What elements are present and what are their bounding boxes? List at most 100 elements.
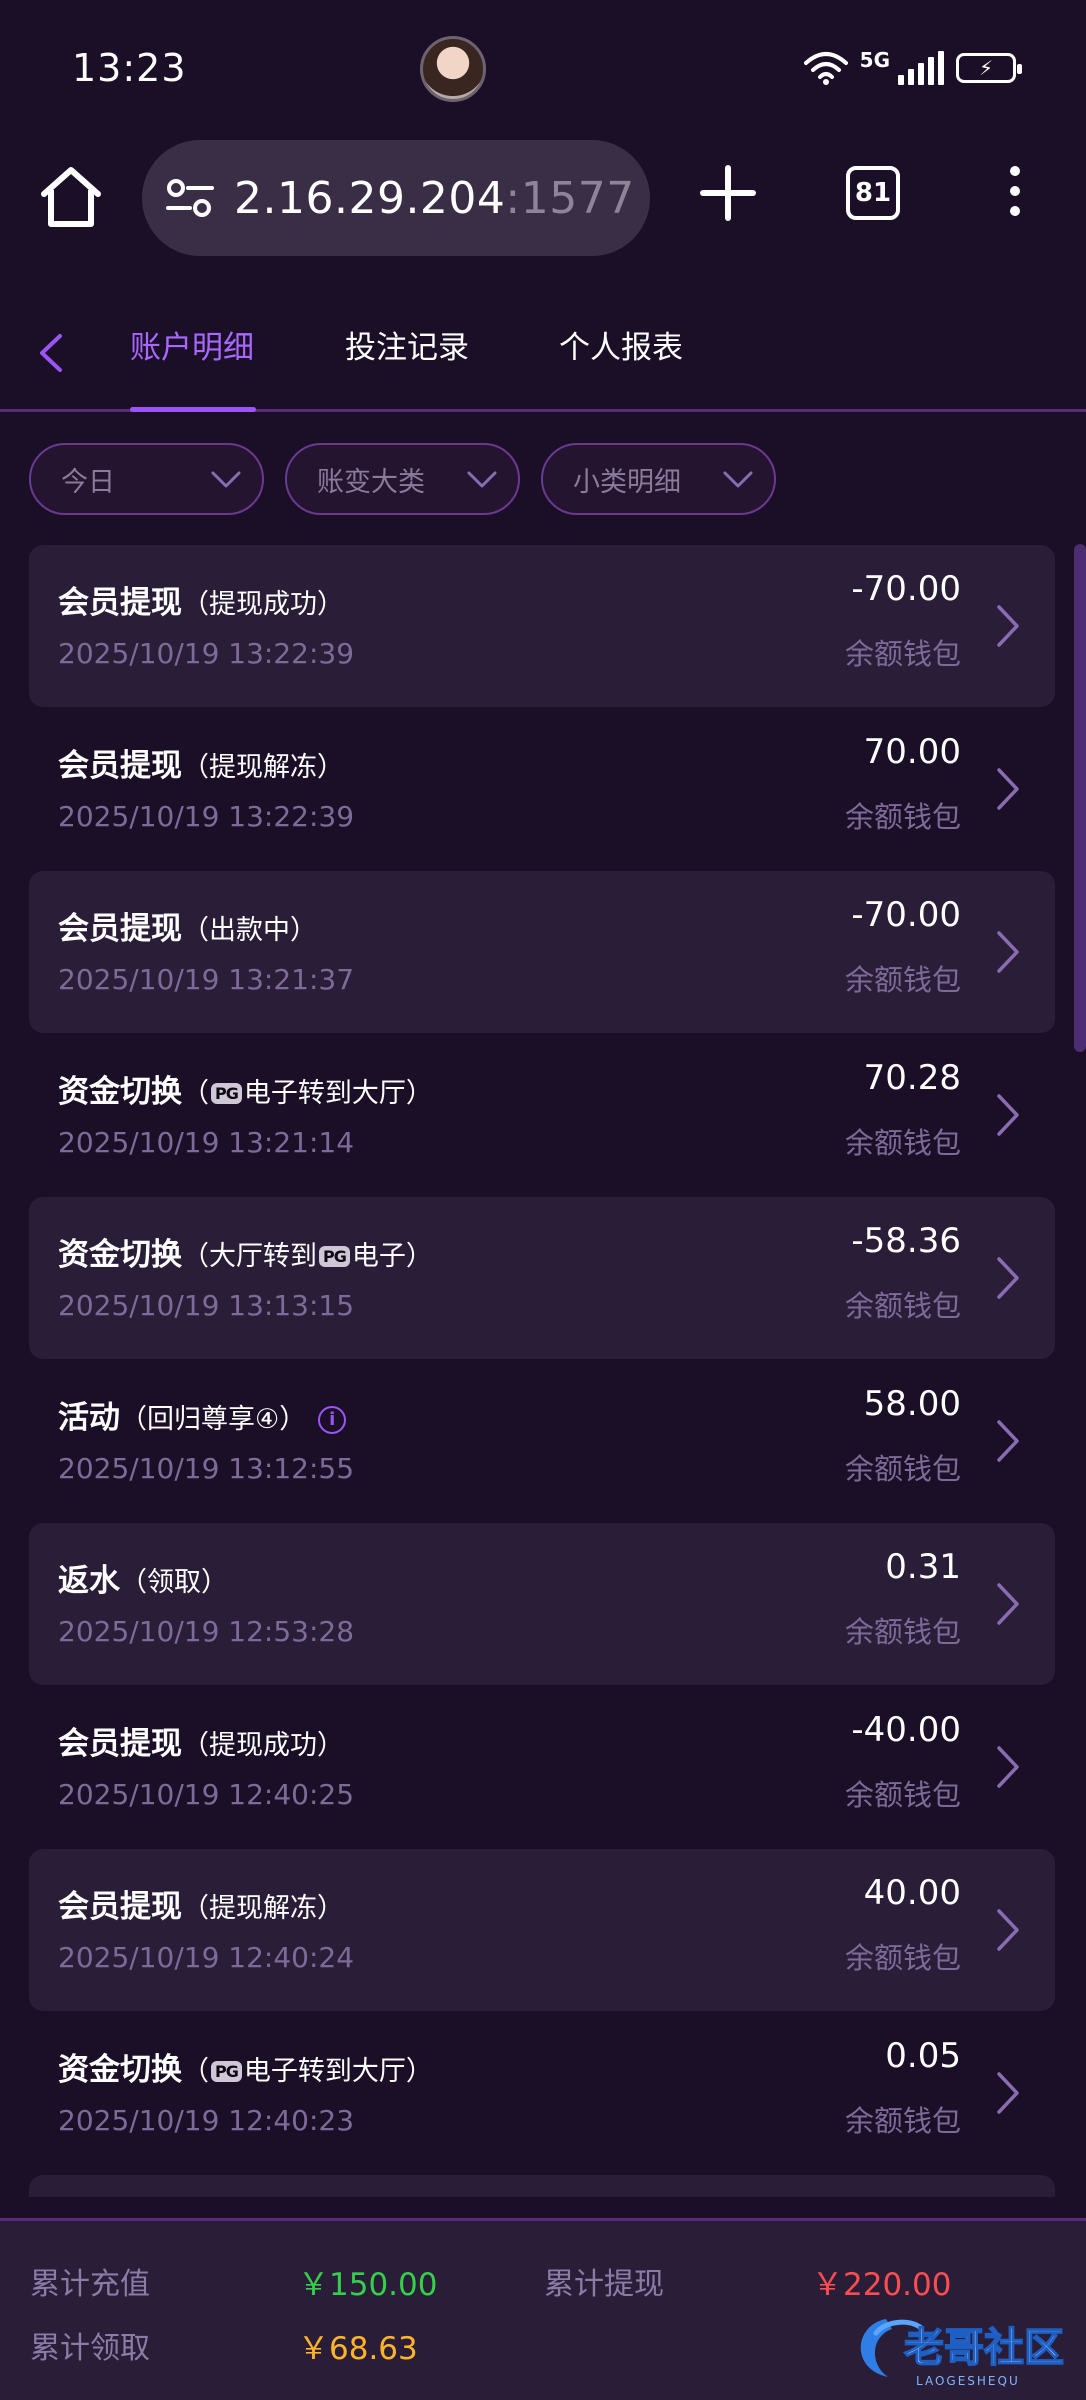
row-wallet: 余额钱包 [844,963,961,997]
browser-toolbar: 2.16.29.204:15771 81 [0,136,1086,266]
filter-category[interactable]: 账变大类 [285,443,520,515]
chevron-right-icon [997,1094,1019,1136]
row-title: 会员提现（提现成功） [58,1726,344,1762]
row-amount: -58.36 [851,1221,961,1261]
row-title: 会员提现（提现解冻） [58,748,344,784]
row-amount: 58.00 [863,1384,961,1424]
transaction-row[interactable]: 资金切换（大厅转到 PG 电子） 2025/10/19 13:13:15 -58.3… [29,1197,1055,1359]
url-text[interactable]: 2.16.29.204:15771 [234,173,638,224]
row-amount: 40.00 [863,1873,961,1913]
row-wallet: 余额钱包 [844,1452,961,1486]
wifi-icon [803,52,848,85]
watermark-text: 老哥社区 [904,2325,1064,2371]
row-time: 2025/10/19 12:53:28 [58,1615,355,1648]
row-wallet: 余额钱包 [844,800,961,834]
url-host: 2.16.29.204 [234,172,506,224]
row-amount: 0.31 [885,1547,961,1587]
new-tab-icon[interactable] [698,160,758,226]
chevron-right-icon [997,1746,1019,1788]
total-recharge-label: 累计充值 [30,2267,150,2302]
row-amount: -40.00 [851,1710,961,1750]
transaction-row-partial[interactable] [29,2175,1055,2197]
url-port: :15771 [505,172,638,224]
chevron-right-icon [997,1909,1019,1951]
address-bar[interactable]: 2.16.29.204:15771 [142,140,650,256]
row-amount: -70.00 [851,569,961,609]
page: 13:23 5G ⚡ 2.16.29.204:1577 81 账户明细 投注记录… [0,0,1086,2400]
transaction-list: 会员提现（提现成功） 2025/10/19 13:22:39 -70.00 余额… [0,545,1086,2197]
network-type: 5G [859,48,890,72]
status-bar: 13:23 5G ⚡ [0,0,1086,136]
home-icon[interactable] [38,164,104,230]
transaction-row[interactable]: 资金切换（ PG 电子转到大厅） 2025/10/19 12:40:23 0.05 … [29,2012,1055,2174]
row-time: 2025/10/19 13:13:15 [58,1289,355,1322]
filter-subcategory-label: 小类明细 [573,466,681,498]
total-withdraw-label: 累计提现 [544,2267,664,2302]
back-icon[interactable] [30,328,70,378]
row-amount: 0.05 [885,2036,961,2076]
filter-category-label: 账变大类 [317,466,425,498]
filter-date-label: 今日 [61,466,115,498]
row-wallet: 余额钱包 [844,1126,961,1160]
row-title: 资金切换（ PG 电子转到大厅） [58,2052,433,2088]
chevron-right-icon [997,2072,1019,2114]
chevron-right-icon [997,768,1019,810]
transaction-row[interactable]: 活动（回归尊享④） i 2025/10/19 13:12:55 58.00 余额钱… [29,1360,1055,1522]
row-time: 2025/10/19 13:12:55 [58,1452,355,1485]
status-time: 13:23 [72,46,187,90]
chevron-down-icon [467,471,497,488]
row-wallet: 余额钱包 [844,637,961,671]
more-menu-icon[interactable] [1000,166,1030,226]
watermark-subtext: LAOGESHEQU [916,2374,1020,2388]
row-amount: 70.00 [863,732,961,772]
community-watermark-logo: 老哥社区 LAOGESHEQU [860,2319,1065,2388]
pg-logo-icon: PG [211,2061,242,2082]
transaction-row[interactable]: 返水（领取） 2025/10/19 12:53:28 0.31 余额钱包 [29,1523,1055,1685]
row-wallet: 余额钱包 [844,1289,961,1323]
filter-subcategory[interactable]: 小类明细 [541,443,776,515]
total-claim-label: 累计领取 [30,2331,150,2366]
transaction-row[interactable]: 资金切换（ PG 电子转到大厅） 2025/10/19 13:21:14 70.28… [29,1034,1055,1196]
chevron-right-icon [997,931,1019,973]
summary-footer: 累计充值 ￥150.00 累计提现 ￥220.00 累计领取 ￥68.63 老哥… [0,2218,1086,2400]
chevron-down-icon [723,471,753,488]
row-time: 2025/10/19 12:40:25 [58,1778,355,1811]
transaction-row[interactable]: 会员提现（提现解冻） 2025/10/19 12:40:24 40.00 余额钱… [29,1849,1055,2011]
tab-bet-records[interactable]: 投注记录 [345,322,469,367]
transaction-row[interactable]: 会员提现（提现成功） 2025/10/19 13:22:39 -70.00 余额… [29,545,1055,707]
site-settings-icon[interactable] [164,173,216,223]
row-time: 2025/10/19 13:21:37 [58,963,355,996]
filter-date[interactable]: 今日 [29,443,264,515]
tab-personal-report[interactable]: 个人报表 [559,322,683,367]
row-wallet: 余额钱包 [844,1778,961,1812]
tab-account-details[interactable]: 账户明细 [130,322,254,367]
row-title: 会员提现（提现成功） [58,585,344,621]
tab-switcher-button[interactable]: 81 [846,166,900,220]
row-time: 2025/10/19 13:21:14 [58,1126,355,1159]
info-icon[interactable]: i [318,1405,347,1434]
row-time: 2025/10/19 12:40:24 [58,1941,355,1974]
row-title: 返水（领取） [58,1563,228,1599]
chevron-down-icon [211,471,241,488]
total-claim-value: ￥68.63 [298,2331,418,2367]
row-title: 资金切换（大厅转到 PG 电子） [58,1237,433,1273]
pg-logo-icon: PG [319,1246,350,1267]
chevron-right-icon [997,1420,1019,1462]
chevron-right-icon [997,605,1019,647]
transaction-row[interactable]: 会员提现（出款中） 2025/10/19 13:21:37 -70.00 余额钱… [29,871,1055,1033]
row-amount: -70.00 [851,895,961,935]
tab-active-indicator [130,407,256,412]
row-title: 活动（回归尊享④） i [58,1392,347,1437]
transaction-row[interactable]: 会员提现（提现成功） 2025/10/19 12:40:25 -40.00 余额… [29,1686,1055,1848]
row-title: 会员提现（出款中） [58,911,317,947]
row-time: 2025/10/19 13:22:39 [58,800,355,833]
scrollbar[interactable] [1074,544,1086,1052]
row-wallet: 余额钱包 [844,2104,961,2138]
status-icons: 5G ⚡ [803,46,1022,90]
total-recharge-value: ￥150.00 [298,2267,438,2303]
battery-icon: ⚡ [956,53,1022,83]
transaction-row[interactable]: 会员提现（提现解冻） 2025/10/19 13:22:39 70.00 余额钱… [29,708,1055,870]
row-time: 2025/10/19 13:22:39 [58,637,355,670]
signal-icon [898,51,944,85]
status-avatar [420,36,486,102]
